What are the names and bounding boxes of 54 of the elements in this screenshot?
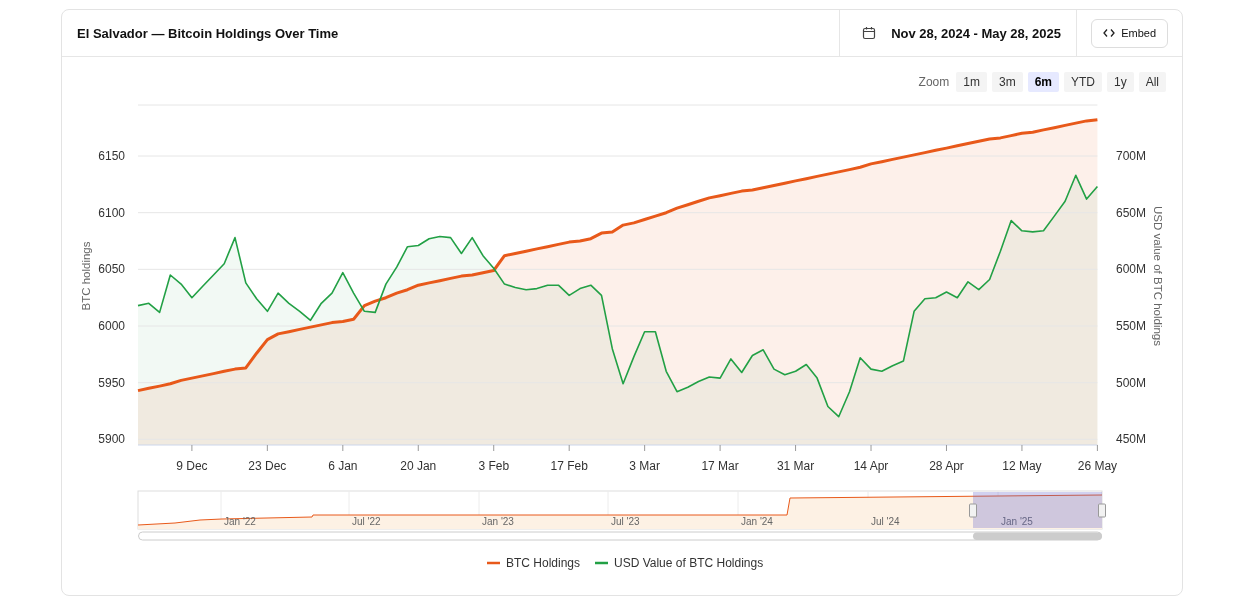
scrollbar-track[interactable]	[138, 531, 1102, 541]
zoom-label: Zoom	[918, 75, 950, 89]
navigator-handle[interactable]	[1098, 503, 1106, 518]
axis-label: 14 Apr	[853, 459, 889, 473]
scrollbar-thumb[interactable]	[973, 532, 1102, 540]
navigator-label: Jan '22	[224, 516, 256, 527]
zoom-button[interactable]: 1y	[1106, 72, 1134, 92]
axis-label: 31 Mar	[776, 459, 815, 473]
embed-button[interactable]: Embed	[1091, 18, 1168, 48]
navigator-selection[interactable]	[973, 492, 1102, 528]
axis-label: 6050	[98, 262, 125, 277]
code-icon	[1103, 28, 1116, 38]
navigator-label: Jul '23	[611, 516, 640, 527]
axis-label: 5950	[98, 375, 125, 390]
navigator-handle[interactable]	[969, 503, 977, 518]
date-range[interactable]: Nov 28, 2024 - May 28, 2025	[891, 25, 1061, 41]
chart-title: El Salvador — Bitcoin Holdings Over Time	[76, 25, 340, 41]
calendar-icon	[862, 26, 877, 40]
navigator-label: Jul '24	[871, 516, 900, 527]
axis-label: 3 Mar	[629, 459, 660, 473]
axis-label: 3 Feb	[478, 459, 510, 473]
zoom-button[interactable]: 1m	[956, 72, 987, 92]
axis-label: 20 Jan	[400, 459, 437, 473]
axis-label: 650M	[1116, 205, 1147, 220]
navigator-label: Jan '25	[1001, 516, 1033, 527]
axis-label: 9 Dec	[176, 459, 208, 473]
navigator-label: Jan '23	[482, 516, 514, 527]
zoom-button[interactable]: 3m	[991, 72, 1023, 92]
axis-label: 600M	[1116, 262, 1147, 277]
axis-label: 550M	[1116, 319, 1147, 333]
zoom-button[interactable]: 6m	[1027, 72, 1059, 92]
navigator-label: Jul '22	[352, 516, 381, 527]
axis-label: 5900	[98, 432, 125, 447]
axis-label: 17 Feb	[550, 459, 588, 473]
axis-label: 6 Jan	[328, 459, 358, 473]
legend-item[interactable]: BTC Holdings	[487, 556, 581, 570]
axis-label: 12 May	[1002, 459, 1042, 473]
axis-title: BTC holdings	[80, 241, 92, 311]
legend-item[interactable]: USD Value of BTC Holdings	[595, 556, 764, 570]
zoom-button[interactable]: All	[1138, 72, 1166, 92]
axis-title: USD value of BTC holdings	[1152, 206, 1164, 346]
axis-label: 700M	[1116, 149, 1147, 163]
axis-label: 450M	[1116, 432, 1147, 447]
axis-label: 6100	[98, 205, 125, 220]
axis-label: 23 Dec	[248, 459, 287, 473]
axis-label: 26 May	[1077, 459, 1118, 473]
zoom-button[interactable]: YTD	[1063, 72, 1102, 92]
axis-label: 6000	[98, 319, 125, 333]
navigator-label: Jan '24	[741, 516, 773, 527]
axis-label: 500M	[1116, 375, 1147, 390]
axis-label: 17 Mar	[701, 459, 739, 473]
legend-label: BTC Holdings	[506, 556, 581, 570]
axis-label: 28 Apr	[929, 459, 964, 473]
axis-label: 6150	[98, 149, 125, 163]
